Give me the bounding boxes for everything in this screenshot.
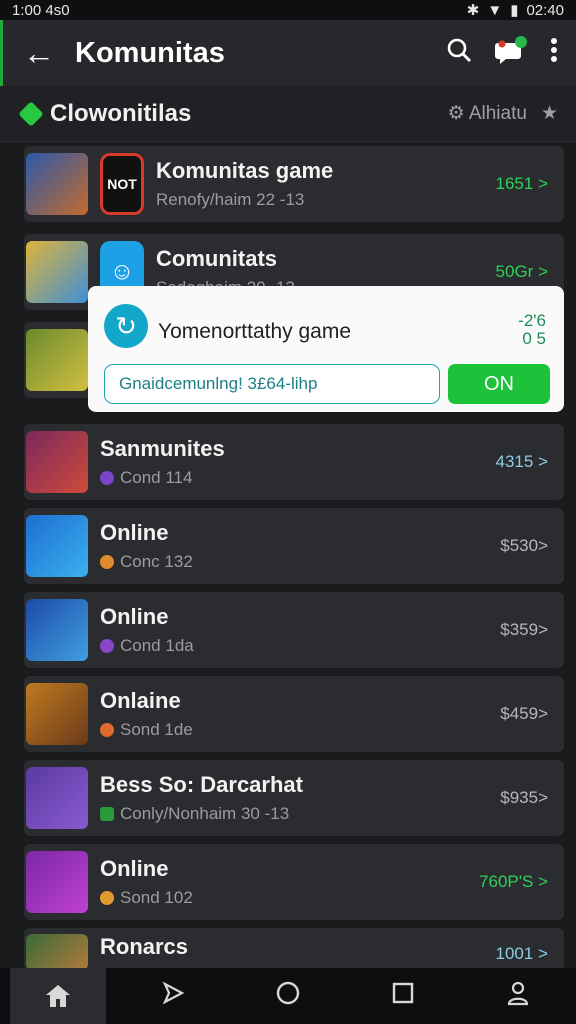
status-dot-icon <box>100 639 114 653</box>
section-title: Clowonitilas <box>50 99 192 127</box>
row-title: Ronarcs <box>100 934 189 959</box>
game-thumbnail <box>26 599 88 661</box>
diamond-icon <box>18 100 44 127</box>
row-subtitle: Sond 1de <box>100 720 500 740</box>
search-icon[interactable] <box>446 37 472 70</box>
list-item[interactable]: Online Cond 1da $359> <box>24 592 564 668</box>
row-title: Onlaine <box>100 688 181 713</box>
status-icons: ✱ ▼ ▮ 02:40 <box>466 1 564 20</box>
app-bar: ← Komunitas <box>0 20 576 86</box>
row-title: Komunitas game <box>156 158 334 183</box>
back-button[interactable]: ← <box>3 35 75 72</box>
row-subtitle: Conc 132 <box>100 552 500 572</box>
popup-value-top: -2'6 <box>518 311 546 330</box>
page-title: Komunitas <box>75 36 225 69</box>
row-value: 4315 > <box>495 452 548 471</box>
home-icon[interactable] <box>9 968 106 1024</box>
game-thumbnail <box>26 683 88 745</box>
system-navigation-bar <box>0 968 576 1024</box>
row-value: 50Gr > <box>495 262 548 281</box>
row-value: $359> <box>500 620 548 639</box>
status-dot-icon <box>100 471 114 485</box>
chat-notification-icon[interactable] <box>494 35 528 72</box>
game-thumbnail <box>26 934 88 970</box>
status-dot-icon <box>100 723 114 737</box>
game-thumbnail <box>26 851 88 913</box>
row-value: $935> <box>500 788 548 807</box>
send-icon[interactable] <box>125 981 221 1012</box>
game-thumbnail <box>26 153 88 215</box>
battery-icon: ▮ <box>510 2 519 19</box>
wifi-icon: ▼ <box>487 1 503 19</box>
community-badge-icon: NOT <box>100 153 144 215</box>
row-title: Online <box>100 604 169 629</box>
game-thumbnail <box>26 515 88 577</box>
row-title: Online <box>100 520 169 545</box>
more-vert-icon[interactable] <box>550 37 558 70</box>
row-title: Comunitats <box>156 246 277 271</box>
popup-value-bottom: 0 5 <box>522 329 546 348</box>
row-title: Online <box>100 856 169 881</box>
status-dot-icon <box>100 891 114 905</box>
status-time-left: 1:00 4s0 <box>12 1 70 19</box>
list-item[interactable]: Ronarcs 1001 > <box>24 928 564 970</box>
popup-title: Yomenorttathy game <box>158 320 352 343</box>
row-title: Bess So: Darcarhat <box>100 772 303 797</box>
game-thumbnail <box>26 767 88 829</box>
section-header: Clowonitilas ⚙ Alhiatu ★ <box>0 86 576 142</box>
game-thumbnail <box>26 241 88 303</box>
circle-icon[interactable] <box>240 980 336 1013</box>
list-item[interactable]: Onlaine Sond 1de $459> <box>24 676 564 752</box>
square-icon[interactable] <box>355 981 451 1012</box>
row-value: 760P'S > <box>479 872 548 891</box>
community-popup-card: ↻ Yomenorttathy game -2'6 0 5 Gnaidcemun… <box>88 286 564 412</box>
status-dot-icon <box>100 555 114 569</box>
row-value: $530> <box>500 536 548 555</box>
row-subtitle: Cond 1da <box>100 636 500 656</box>
status-dot-icon <box>100 807 114 821</box>
star-icon[interactable]: ★ <box>541 102 558 125</box>
status-time-right: 02:40 <box>526 1 564 19</box>
settings-button[interactable]: ⚙ Alhiatu <box>448 102 527 125</box>
list-item[interactable]: NOT Komunitas game Renofy/haim 22 -13 16… <box>24 146 564 222</box>
list-item[interactable]: Bess So: Darcarhat Conly/Nonhaim 30 -13 … <box>24 760 564 836</box>
row-subtitle: Cond 114 <box>100 468 496 488</box>
game-thumbnail <box>26 431 88 493</box>
popup-value: -2'6 0 5 <box>518 312 546 348</box>
list-item[interactable]: Online Sond 102 760P'S > <box>24 844 564 920</box>
row-value: 1001 > <box>495 944 548 963</box>
list-item[interactable]: Sanmunites Cond 114 4315 > <box>24 424 564 500</box>
row-value: $459> <box>500 704 548 723</box>
row-title: Sanmunites <box>100 436 225 461</box>
community-logo-icon: ↻ <box>104 304 148 348</box>
row-value: 1651 > <box>495 174 548 193</box>
settings-label: Alhiatu <box>468 103 527 124</box>
arrow-left-icon: ← <box>23 34 55 71</box>
on-toggle-button[interactable]: ON <box>448 364 550 404</box>
row-subtitle: Renofy/haim 22 -13 <box>156 190 305 209</box>
profile-icon[interactable] <box>470 980 566 1013</box>
row-subtitle: Sond 102 <box>100 888 479 908</box>
popup-input-field[interactable]: Gnaidcemunlng! 3£64-lihp <box>104 364 440 404</box>
status-bar: 1:00 4s0 ✱ ▼ ▮ 02:40 <box>0 0 576 20</box>
bluetooth-icon: ✱ <box>466 2 480 19</box>
list-item[interactable]: Online Conc 132 $530> <box>24 508 564 584</box>
row-subtitle: Conly/Nonhaim 30 -13 <box>100 804 500 824</box>
game-thumbnail <box>26 329 88 391</box>
gear-icon: ⚙ <box>447 103 465 124</box>
